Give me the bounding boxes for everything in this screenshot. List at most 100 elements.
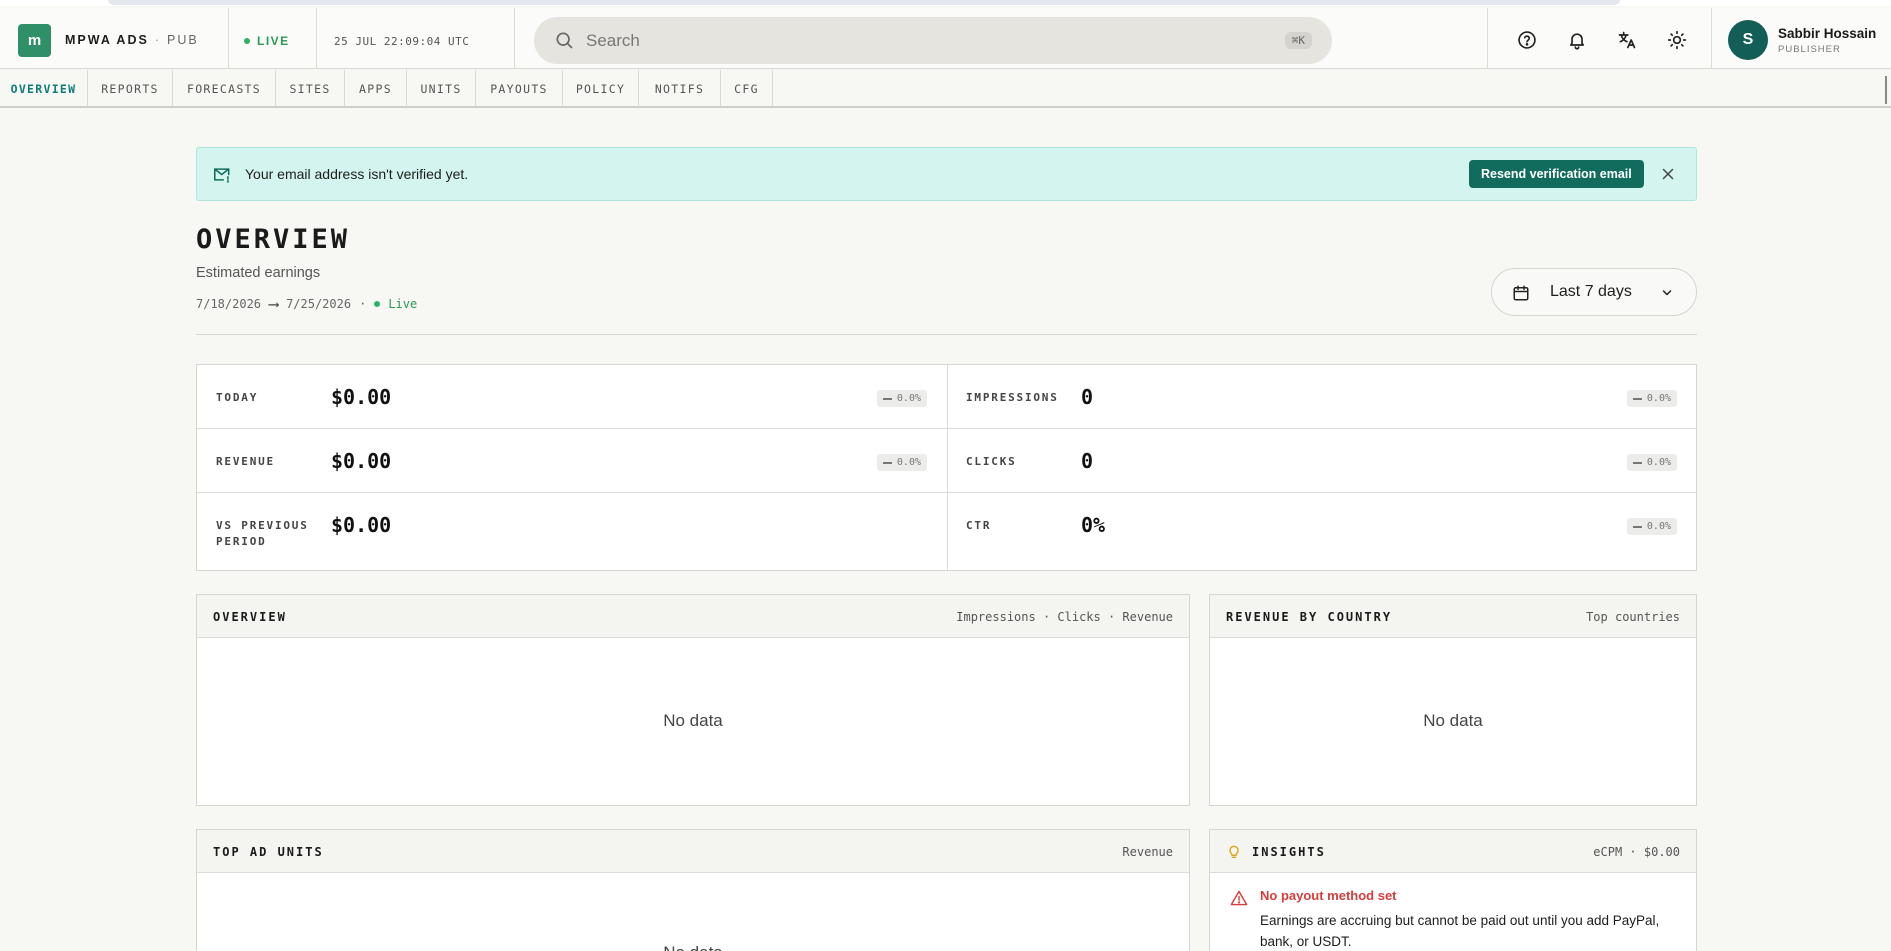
live-indicator: LIVE bbox=[244, 34, 290, 48]
tab-cfg[interactable]: CFG bbox=[721, 70, 773, 107]
stat-change: 0.0% bbox=[1646, 393, 1671, 404]
panel-meta: Revenue bbox=[1122, 845, 1173, 859]
stat-change-badge: 0.0% bbox=[876, 454, 927, 471]
user-role: PUBLISHER bbox=[1778, 44, 1841, 55]
header-divider bbox=[1711, 8, 1712, 68]
page-subtitle: Estimated earnings bbox=[196, 265, 321, 281]
dash-icon bbox=[1632, 461, 1642, 464]
sun-icon[interactable] bbox=[1665, 28, 1689, 52]
search-shortcut-badge: ⌘K bbox=[1284, 32, 1312, 49]
tab-policy[interactable]: POLICY bbox=[563, 70, 639, 107]
stat-change: 0.0% bbox=[896, 457, 921, 468]
range-separator: · bbox=[359, 297, 367, 311]
header-divider bbox=[228, 8, 229, 68]
nav-scroll-handle[interactable] bbox=[1885, 76, 1891, 104]
chevron-down-icon bbox=[1662, 290, 1672, 296]
panel-title: REVENUE BY COUNTRY bbox=[1226, 610, 1393, 624]
tab-units[interactable]: UNITS bbox=[407, 70, 476, 107]
stat-change-badge: 0.0% bbox=[1626, 390, 1677, 407]
tab-overview[interactable]: OVERVIEW bbox=[0, 70, 88, 107]
stat-value: 0 bbox=[1081, 385, 1094, 409]
tab-reports[interactable]: REPORTS bbox=[88, 70, 173, 107]
warning-icon bbox=[1230, 890, 1248, 906]
top-ad-units-panel: TOP AD UNITS Revenue No data bbox=[196, 829, 1190, 951]
range-end: 7/25/2026 bbox=[286, 297, 352, 311]
brand-title: MPWA ADS bbox=[65, 33, 149, 47]
stat-value: $0.00 bbox=[331, 385, 392, 409]
resend-verification-button[interactable]: Resend verification email bbox=[1469, 160, 1644, 188]
search-icon bbox=[556, 32, 573, 49]
header-divider bbox=[514, 8, 515, 68]
dash-icon bbox=[882, 397, 892, 400]
header-divider bbox=[316, 8, 317, 68]
live-label: LIVE bbox=[257, 34, 290, 48]
stat-change: 0.0% bbox=[896, 393, 921, 404]
stat-impressions: IMPRESSIONS 0 0.0% bbox=[947, 365, 1697, 429]
alert-message: Your email address isn't verified yet. bbox=[245, 166, 469, 182]
insight-text: Earnings are accruing but cannot be paid… bbox=[1260, 913, 1660, 949]
tab-notifs[interactable]: NOTIFS bbox=[639, 70, 721, 107]
stat-change-badge: 0.0% bbox=[1626, 454, 1677, 471]
panel-header: REVENUE BY COUNTRY Top countries bbox=[1210, 595, 1696, 638]
empty-state: No data bbox=[1423, 711, 1483, 730]
search-bar[interactable]: ⌘K bbox=[534, 17, 1332, 64]
date-range-picker[interactable]: Last 7 days bbox=[1491, 268, 1697, 316]
calendar-icon bbox=[1513, 285, 1529, 301]
insights-panel: INSIGHTS eCPM · $0.00 No payout method s… bbox=[1209, 829, 1697, 951]
panel-meta: Top countries bbox=[1586, 610, 1680, 624]
tab-apps[interactable]: APPS bbox=[345, 70, 407, 107]
stat-vs-previous: VS PREVIOUS PERIOD $0.00 bbox=[197, 493, 947, 570]
revenue-by-country-panel: REVENUE BY COUNTRY Top countries No data bbox=[1209, 594, 1697, 806]
stat-label: VS PREVIOUS PERIOD bbox=[216, 519, 309, 548]
panel-header: OVERVIEW Impressions · Clicks · Revenue bbox=[197, 595, 1189, 638]
tab-payouts[interactable]: PAYOUTS bbox=[476, 70, 563, 107]
search-input[interactable] bbox=[586, 27, 1226, 55]
dash-icon bbox=[882, 461, 892, 464]
stat-label: REVENUE bbox=[216, 455, 275, 468]
tab-sites[interactable]: SITES bbox=[276, 70, 345, 107]
stat-label: TODAY bbox=[216, 391, 259, 404]
brand-separator: · bbox=[154, 33, 161, 47]
stat-clicks: CLICKS 0 0.0% bbox=[947, 429, 1697, 493]
avatar[interactable]: S bbox=[1728, 20, 1768, 60]
dash-icon bbox=[1632, 525, 1642, 528]
stat-change: 0.0% bbox=[1646, 457, 1671, 468]
stat-value: $0.00 bbox=[331, 513, 392, 537]
mail-alert-icon bbox=[213, 168, 230, 183]
stat-revenue: REVENUE $0.00 0.0% bbox=[197, 429, 947, 493]
stat-ctr: CTR 0% 0.0% bbox=[947, 493, 1697, 570]
status-badge: Live bbox=[388, 297, 418, 311]
stat-change-badge: 0.0% bbox=[876, 390, 927, 407]
panel-meta: eCPM · $0.00 bbox=[1593, 845, 1680, 859]
header-divider-line bbox=[196, 334, 1697, 335]
translate-icon[interactable] bbox=[1615, 28, 1639, 52]
stat-change-badge: 0.0% bbox=[1626, 518, 1677, 535]
page-title: OVERVIEW bbox=[196, 224, 351, 255]
panel-meta: Impressions · Clicks · Revenue bbox=[956, 610, 1173, 624]
insight-title: No payout method set bbox=[1260, 888, 1397, 903]
stat-change: 0.0% bbox=[1646, 521, 1671, 532]
help-icon[interactable] bbox=[1515, 28, 1539, 52]
email-verification-alert: Your email address isn't verified yet. R… bbox=[196, 147, 1697, 201]
user-name: Sabbir Hossain bbox=[1778, 26, 1877, 41]
app-logo[interactable]: m bbox=[18, 24, 51, 57]
dash-icon bbox=[1632, 397, 1642, 400]
range-start: 7/18/2026 bbox=[196, 297, 262, 311]
panel-header: TOP AD UNITS Revenue bbox=[197, 830, 1189, 873]
tab-forecasts[interactable]: FORECASTS bbox=[173, 70, 276, 107]
close-icon[interactable] bbox=[1659, 165, 1677, 183]
utc-clock: 25 JUL 22:09:04 UTC bbox=[334, 35, 470, 48]
live-dot-icon bbox=[244, 38, 250, 44]
bell-icon[interactable] bbox=[1565, 28, 1589, 52]
empty-state: No data bbox=[197, 943, 1189, 951]
header-divider bbox=[1487, 8, 1488, 68]
progress-bar bbox=[108, 0, 1620, 5]
lightbulb-icon bbox=[1229, 845, 1239, 859]
panel-title: TOP AD UNITS bbox=[213, 845, 324, 859]
stat-label: CLICKS bbox=[966, 455, 1017, 468]
brand-role: PUB bbox=[167, 33, 199, 47]
range-arrow-icon: ⟶ bbox=[269, 295, 279, 313]
overview-panel: OVERVIEW Impressions · Clicks · Revenue … bbox=[196, 594, 1190, 806]
status-dot-icon bbox=[374, 301, 381, 307]
user-menu[interactable]: S Sabbir Hossain PUBLISHER bbox=[1728, 20, 1883, 60]
